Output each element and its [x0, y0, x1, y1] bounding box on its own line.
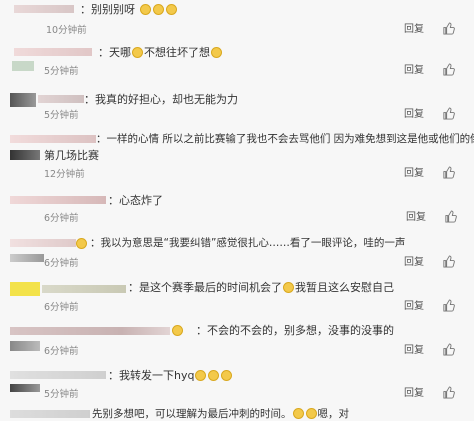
reply-button[interactable]: 回复 — [404, 345, 424, 357]
username-redacted — [10, 410, 90, 418]
comment-item: ：别别别呀 10分钟前 回复 — [0, 0, 474, 41]
emoji-face-icon — [305, 408, 317, 419]
emoji-face-icon — [172, 325, 183, 336]
comment-text: ：心态炸了 — [108, 194, 163, 207]
emoji-face-icon — [165, 4, 177, 15]
avatar — [10, 93, 36, 107]
thumbs-up-icon[interactable] — [442, 386, 455, 399]
comment-item: ：天哪 不想往坏了想 5分钟前 回复 — [0, 41, 474, 83]
comment-text: 先别多想吧，可以理解为最后冲刺的时间。 嗯，对 — [92, 408, 349, 420]
comment-item: 先别多想吧，可以理解为最后冲刺的时间。 嗯，对 — [0, 404, 474, 420]
reply-button[interactable]: 回复 — [404, 388, 424, 400]
reply-button[interactable]: 回复 — [404, 65, 424, 77]
username-redacted — [10, 196, 106, 204]
comment-time: 6分钟前 — [44, 302, 79, 313]
username-redacted — [10, 239, 76, 247]
comment-item: ：是这个赛季最后的时间机会了 我暂且这么安慰自己 6分钟前 回复 — [0, 273, 474, 317]
username-redacted — [42, 285, 126, 293]
thumbs-up-icon[interactable] — [442, 22, 455, 35]
username-redacted — [14, 48, 92, 56]
comment-text: ：天哪 不想往坏了想 — [98, 46, 223, 59]
comment-text: ：我以为意思是“我要纠错”感觉很扎心……看了一眼评论，哇的一声 — [90, 237, 406, 249]
comment-text: 第几场比赛 — [44, 149, 99, 162]
avatar — [12, 61, 34, 71]
comment-time: 12分钟前 — [44, 169, 85, 180]
avatar — [10, 254, 44, 262]
comment-time: 6分钟前 — [44, 258, 79, 269]
avatar — [10, 341, 40, 351]
comment-text: ：是这个赛季最后的时间机会了 我暂且这么安慰自己 — [128, 281, 394, 294]
thumbs-up-icon[interactable] — [442, 63, 455, 76]
comment-text: ：我转发一下hyq — [108, 369, 233, 382]
reply-button[interactable]: 回复 — [404, 257, 424, 269]
comment-item: ：我转发一下hyq 5分钟前 回复 — [0, 362, 474, 404]
comment-time: 5分钟前 — [44, 66, 79, 77]
thumbs-up-icon[interactable] — [442, 343, 455, 356]
thumbs-up-icon[interactable] — [442, 299, 455, 312]
reply-button[interactable]: 回复 — [404, 301, 424, 313]
comment-text: ：不会的不会的，别多想，没事的没事的 — [196, 324, 394, 337]
comment-time: 6分钟前 — [44, 346, 79, 357]
comment-text: ：别别别呀 — [80, 3, 178, 16]
username-redacted — [38, 95, 84, 103]
emoji-face-icon — [132, 47, 143, 58]
username-redacted — [14, 5, 74, 13]
reply-button[interactable]: 回复 — [404, 24, 424, 36]
thumbs-up-icon[interactable] — [442, 166, 455, 179]
thumbs-up-icon[interactable] — [444, 210, 457, 223]
comment-item: ：我以为意思是“我要纠错”感觉很扎心……看了一眼评论，哇的一声 6分钟前 回复 — [0, 228, 474, 273]
emoji-face-icon — [139, 4, 151, 15]
emoji-face-icon — [152, 4, 164, 15]
comment-item: ：心态炸了 6分钟前 回复 — [0, 184, 474, 228]
comment-text: ：一样的心情 所以之前比赛输了我也不会去骂他们 因为难免想到这是他或他们的倒数 — [96, 133, 474, 145]
emoji-face-icon — [283, 282, 294, 293]
comment-item: ：我真的好担心，却也无能为力 5分钟前 回复 — [0, 83, 474, 128]
comment-time: 5分钟前 — [44, 110, 79, 121]
reply-button[interactable]: 回复 — [404, 168, 424, 180]
reply-button[interactable]: 回复 — [406, 212, 426, 224]
emoji-face-icon — [211, 47, 222, 58]
username-redacted — [10, 371, 106, 379]
thumbs-up-icon[interactable] — [442, 255, 455, 268]
avatar — [10, 150, 40, 160]
comment-time: 6分钟前 — [44, 213, 79, 224]
comment-item: ：不会的不会的，别多想，没事的没事的 6分钟前 回复 — [0, 317, 474, 362]
reply-button[interactable]: 回复 — [404, 109, 424, 121]
avatar — [10, 384, 40, 392]
emoji-face-icon — [76, 238, 87, 249]
comment-item: ：一样的心情 所以之前比赛输了我也不会去骂他们 因为难免想到这是他或他们的倒数 … — [0, 128, 474, 184]
emoji-face-icon — [208, 370, 220, 381]
username-redacted — [10, 135, 96, 143]
emoji-face-icon — [195, 370, 207, 381]
comment-text: ：我真的好担心，却也无能为力 — [84, 93, 238, 106]
emoji-face-icon — [221, 370, 233, 381]
thumbs-up-icon[interactable] — [442, 107, 455, 120]
emoji-face-icon — [292, 408, 304, 419]
comment-time: 5分钟前 — [44, 389, 79, 400]
comment-time: 10分钟前 — [46, 25, 87, 36]
username-redacted — [10, 327, 170, 335]
avatar — [10, 282, 40, 296]
